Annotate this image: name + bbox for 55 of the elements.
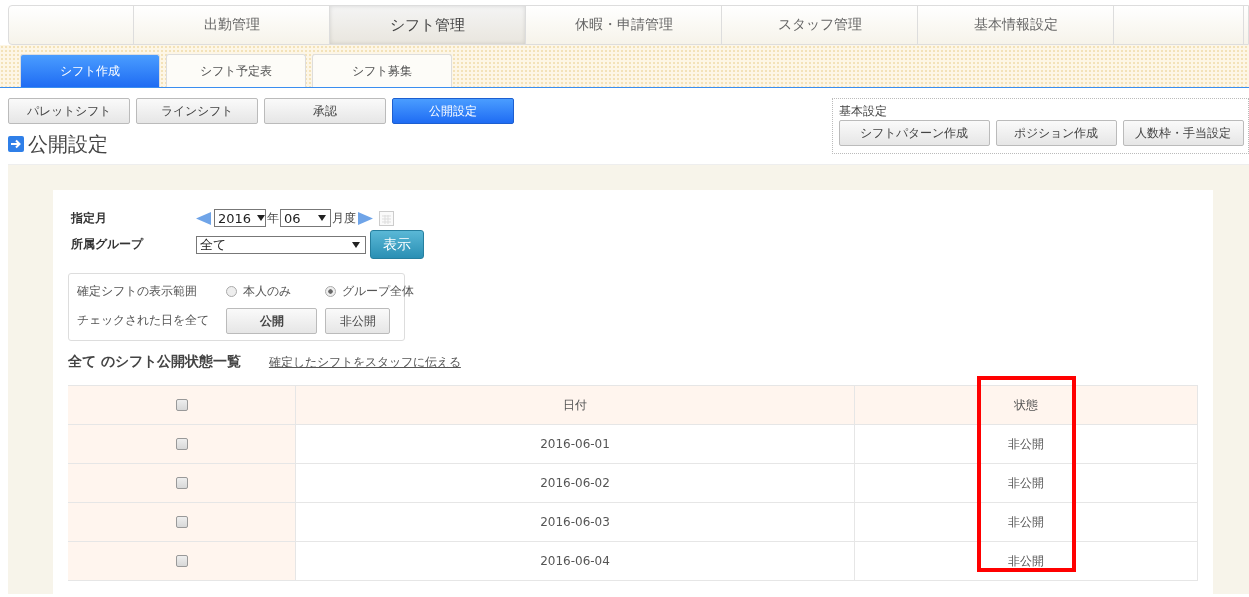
next-icon[interactable] [358,211,373,225]
radio-option[interactable]: 本人のみ [226,282,317,300]
dropdown-caret-icon[interactable] [318,215,326,221]
dropdown-caret-icon[interactable] [257,215,265,221]
unit-label: 月度 [332,209,356,227]
status-cell: 非公開 [855,425,1198,464]
field-label: 所属グループ [70,236,145,253]
settings-button[interactable]: ポジション作成 [995,120,1117,146]
settings-button[interactable]: シフトパターン作成 [839,120,990,146]
mode-button[interactable]: パレットシフト [8,98,130,124]
sub-tab[interactable]: シフト募集 [312,54,452,87]
status-cell: 非公開 [855,503,1198,542]
sub-tab[interactable]: シフト作成 [20,54,160,87]
arrow-icon [8,136,24,152]
nav-tab[interactable]: 休暇・申請管理 [526,6,722,44]
group-select[interactable]: 全て [196,235,366,254]
date-cell: 2016-06-04 [296,542,855,581]
previous-icon[interactable] [196,211,211,225]
year-select[interactable]: 2016 [214,209,266,227]
row-checkbox[interactable] [175,477,188,489]
mode-button[interactable]: ラインシフト [136,98,258,124]
column-header: 日付 [296,386,855,425]
bulk-label: チェックされた日を全て [77,312,210,329]
radio-button[interactable] [226,285,237,297]
month-select[interactable]: 06 [280,209,331,227]
publish-button[interactable]: 非公開 [325,307,390,334]
nav-tab[interactable]: 基本情報設定 [918,6,1114,44]
page-title: 公開設定 [28,132,108,156]
publish-button[interactable]: 公開 [226,307,317,334]
notify-link[interactable]: 確定したシフトをスタッフに伝える [268,354,461,371]
row-checkbox[interactable] [175,555,188,567]
row-checkbox[interactable] [175,516,188,528]
sub-tab[interactable]: シフト予定表 [166,54,306,87]
column-header: 状態 [855,386,1198,425]
unit-label: 年 [267,209,279,227]
select-all-checkbox[interactable] [175,399,188,411]
range-label: 確定シフトの表示範囲 [77,282,198,300]
list-title: 全て のシフト公開状態一覧 [68,353,241,371]
mode-button[interactable]: 公開設定 [392,98,514,124]
row-checkbox[interactable] [175,438,188,450]
settings-title: 基本設定 [839,103,888,119]
dropdown-caret-icon[interactable] [352,241,360,248]
status-cell: 非公開 [855,464,1198,503]
date-cell: 2016-06-01 [296,425,855,464]
status-cell: 非公開 [855,542,1198,581]
radio-button[interactable] [325,285,336,297]
settings-button[interactable]: 人数枠・手当設定 [1122,120,1244,146]
field-label: 指定月 [70,209,108,227]
nav-tab[interactable]: シフト管理 [330,6,526,44]
mode-button[interactable]: 承認 [264,98,386,124]
date-cell: 2016-06-03 [296,503,855,542]
nav-tab[interactable]: スタッフ管理 [722,6,918,44]
calendar-icon[interactable] [379,210,394,226]
radio-option[interactable]: グループ全体 [325,282,414,300]
date-cell: 2016-06-02 [296,464,855,503]
